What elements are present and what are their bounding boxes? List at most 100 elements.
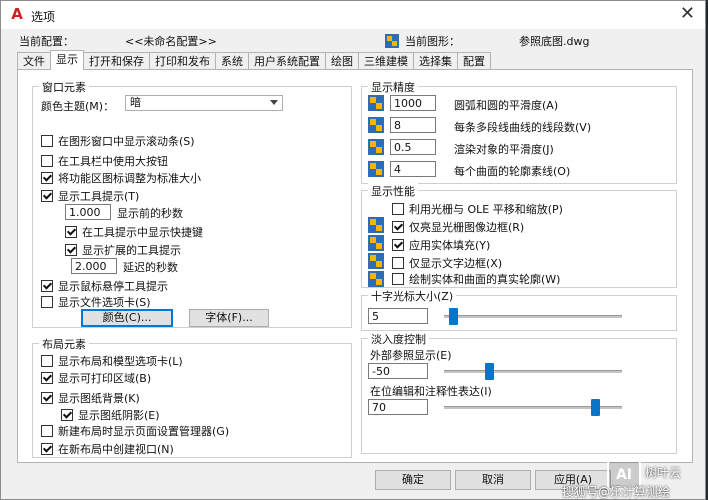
window-elements-group: 窗口元素 颜色主题(M)： 暗 在图形窗口中显示滚动条(S) 在工具栏中使用大按… <box>32 79 352 328</box>
tab-system[interactable]: 系统 <box>215 52 249 70</box>
autocad-logo-icon: A <box>11 5 23 23</box>
create-viewport-checkbox[interactable]: 在新布局中创建视口(N) <box>41 441 174 457</box>
fonts-button[interactable]: 字体(F)... <box>189 309 269 327</box>
color-theme-select[interactable]: 暗 <box>125 95 283 111</box>
checkbox-box <box>61 409 73 421</box>
checkbox-label: 将功能区图标调整为标准大小 <box>58 172 201 185</box>
raster-ole-checkbox[interactable]: 利用光栅与 OLE 平移和缩放(P) <box>392 201 563 217</box>
crosshair-size-group: 十字光标大小(Z) 5 <box>361 288 677 331</box>
layout-elements-group: 布局元素 显示布局和模型选项卡(L) 显示可打印区域(B) 显示图纸背景(K) … <box>32 336 352 458</box>
raster-frame-checkbox[interactable]: 仅亮显光栅图像边框(R) <box>392 219 524 235</box>
inplace-fade-slider-thumb[interactable] <box>591 399 601 416</box>
checkbox-box <box>65 244 77 256</box>
tab-selection[interactable]: 选择集 <box>413 52 458 70</box>
display-tab-panel: 窗口元素 颜色主题(M)： 暗 在图形窗口中显示滚动条(S) 在工具栏中使用大按… <box>17 69 693 463</box>
checkbox-label: 新建布局时显示页面设置管理器(G) <box>58 425 230 438</box>
tab-profiles[interactable]: 配置 <box>457 52 491 70</box>
drawing-saved-setting-icon <box>368 117 384 133</box>
layout-elements-title: 布局元素 <box>39 336 89 352</box>
tab-strip: 文件 显示 打开和保存 打印和发布 系统 用户系统配置 绘图 三维建模 选择集 … <box>17 50 491 70</box>
paper-shadow-checkbox[interactable]: 显示图纸阴影(E) <box>61 407 160 423</box>
checkbox-label: 显示鼠标悬停工具提示 <box>58 280 168 293</box>
polyline-segments-input[interactable]: 8 <box>390 117 436 133</box>
profile-row: 当前配置： <<未命名配置>> 当前图形： 参照底图.dwg <box>1 33 705 51</box>
large-buttons-checkbox[interactable]: 在工具栏中使用大按钮 <box>41 153 168 169</box>
checkbox-label: 显示扩展的工具提示 <box>82 244 181 257</box>
solid-fill-checkbox[interactable]: 应用实体填充(Y) <box>392 237 490 253</box>
display-resolution-title: 显示精度 <box>368 79 418 95</box>
checkbox-label: 显示工具提示(T) <box>58 190 140 203</box>
scrollbars-checkbox[interactable]: 在图形窗口中显示滚动条(S) <box>41 133 195 149</box>
current-profile-value: <<未命名配置>> <box>125 35 217 48</box>
crosshair-slider-thumb[interactable] <box>448 308 458 325</box>
tab-drafting[interactable]: 绘图 <box>325 52 359 70</box>
colors-button[interactable]: 颜色(C)... <box>81 309 173 327</box>
rollover-tooltip-checkbox[interactable]: 显示鼠标悬停工具提示 <box>41 278 168 294</box>
file-tabs-checkbox[interactable]: 显示文件选项卡(S) <box>41 294 151 310</box>
tab-open-save[interactable]: 打开和保存 <box>83 52 150 70</box>
checkbox-label: 利用光栅与 OLE 平移和缩放(P) <box>409 203 563 216</box>
show-tooltips-checkbox[interactable]: 显示工具提示(T) <box>41 188 139 204</box>
tooltip-shortcut-checkbox[interactable]: 在工具提示中显示快捷键 <box>65 224 203 240</box>
true-silhouettes-checkbox[interactable]: 绘制实体和曲面的真实轮廓(W) <box>392 271 560 287</box>
text-frame-checkbox[interactable]: 仅显示文字边框(X) <box>392 255 502 271</box>
drawing-saved-setting-icon <box>368 95 384 111</box>
layout-model-tabs-checkbox[interactable]: 显示布局和模型选项卡(L) <box>41 353 183 369</box>
tooltip-delay-input[interactable]: 1.000 <box>65 204 111 220</box>
render-smoothness-label: 渲染对象的平滑度(J) <box>454 143 554 156</box>
xref-fade-slider-track[interactable] <box>444 370 622 373</box>
tab-plot-publish[interactable]: 打印和发布 <box>149 52 216 70</box>
xref-fade-input[interactable]: -50 <box>368 363 428 379</box>
extended-tooltip-checkbox[interactable]: 显示扩展的工具提示 <box>65 242 181 258</box>
checkbox-box <box>41 155 53 167</box>
checkbox-box <box>65 226 77 238</box>
tab-user-preferences[interactable]: 用户系统配置 <box>248 52 326 70</box>
ok-button[interactable]: 确定 <box>375 470 451 490</box>
checkbox-label: 在图形窗口中显示滚动条(S) <box>58 135 195 148</box>
fade-control-title: 淡入度控制 <box>368 331 429 347</box>
xref-fade-slider-thumb[interactable] <box>484 363 494 380</box>
printable-area-checkbox[interactable]: 显示可打印区域(B) <box>41 370 151 386</box>
checkbox-box <box>392 273 404 285</box>
polyline-segments-label: 每条多段线曲线的线段数(V) <box>454 121 592 134</box>
display-resolution-group: 显示精度 1000 圆弧和圆的平滑度(A) 8 每条多段线曲线的线段数(V) 0… <box>361 79 677 184</box>
checkbox-label: 在工具栏中使用大按钮 <box>58 155 168 168</box>
checkbox-label: 显示图纸背景(K) <box>58 392 140 405</box>
contour-lines-input[interactable]: 4 <box>390 161 436 177</box>
ribbon-icon-size-checkbox[interactable]: 将功能区图标调整为标准大小 <box>41 170 201 186</box>
cancel-button[interactable]: 取消 <box>455 470 531 490</box>
current-drawing-label: 当前图形： <box>405 35 460 48</box>
crosshair-size-input[interactable]: 5 <box>368 308 428 324</box>
extended-delay-input[interactable]: 2.000 <box>71 258 117 274</box>
crosshair-slider-track[interactable] <box>444 315 622 318</box>
checkbox-box <box>41 443 53 455</box>
inplace-fade-input[interactable]: 70 <box>368 399 428 415</box>
display-performance-group: 显示性能 利用光栅与 OLE 平移和缩放(P) 仅亮显光栅图像边框(R) 应用实… <box>361 183 677 288</box>
tab-display[interactable]: 显示 <box>50 50 84 70</box>
drawing-saved-setting-icon <box>368 139 384 155</box>
tab-files[interactable]: 文件 <box>17 52 51 70</box>
arc-smoothness-input[interactable]: 1000 <box>390 95 436 111</box>
checkbox-box <box>41 135 53 147</box>
checkbox-box <box>41 425 53 437</box>
watermark: AI 树叶云 搜狐号@乐计算测绘 <box>562 458 708 500</box>
checkbox-box <box>41 190 53 202</box>
checkbox-box <box>41 372 53 384</box>
current-drawing-value: 参照底图.dwg <box>519 35 590 48</box>
paper-background-checkbox[interactable]: 显示图纸背景(K) <box>41 390 140 406</box>
color-theme-value: 暗 <box>130 96 141 109</box>
checkbox-label: 绘制实体和曲面的真实轮廓(W) <box>409 273 561 286</box>
render-smoothness-input[interactable]: 0.5 <box>390 139 436 155</box>
drawing-saved-setting-icon <box>368 161 384 177</box>
checkbox-box <box>41 172 53 184</box>
xref-fade-label: 外部参照显示(E) <box>370 349 452 362</box>
page-setup-manager-checkbox[interactable]: 新建布局时显示页面设置管理器(G) <box>41 423 229 439</box>
checkbox-box <box>392 257 404 269</box>
contour-lines-label: 每个曲面的轮廓素线(O) <box>454 165 571 178</box>
tab-3d-modeling[interactable]: 三维建模 <box>358 52 414 70</box>
checkbox-box <box>41 280 53 292</box>
watermark-author: 搜狐号@乐计算测绘 <box>562 485 671 499</box>
close-icon[interactable]: ✕ <box>680 4 695 24</box>
checkbox-label: 显示图纸阴影(E) <box>78 409 160 422</box>
checkbox-box <box>392 239 404 251</box>
